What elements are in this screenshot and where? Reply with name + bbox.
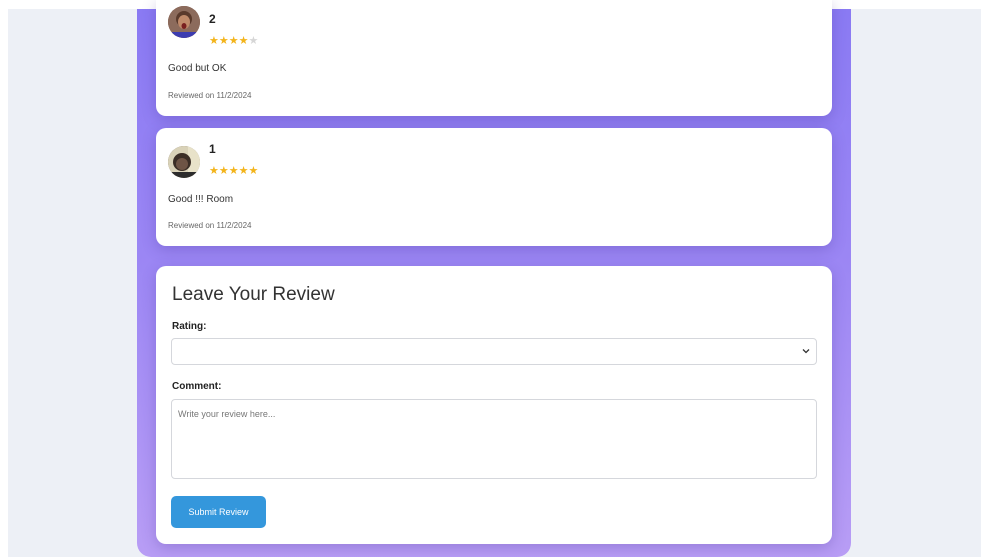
- star-filled-icon: ★: [238, 165, 249, 177]
- rating-label: Rating:: [172, 321, 207, 332]
- reviewer-name: 2: [209, 12, 216, 26]
- star-filled-icon: ★: [209, 165, 219, 177]
- avatar-image: [168, 146, 200, 178]
- star-filled-icon: ★: [209, 35, 219, 47]
- review-card: 2 ★★★★★ Good but OK Reviewed on 11/2/202…: [156, 0, 832, 116]
- review-comment: Good !!! Room: [168, 194, 234, 205]
- star-filled-icon: ★: [228, 165, 239, 177]
- star-filled-icon: ★: [238, 35, 249, 47]
- reviewer-name: 1: [209, 142, 216, 156]
- review-date: Reviewed on 11/2/2024: [168, 91, 252, 100]
- comment-textarea[interactable]: [171, 399, 817, 479]
- star-rating: ★★★★★: [209, 166, 258, 177]
- avatar-image: [168, 6, 200, 38]
- reviewer-avatar: [168, 146, 200, 178]
- star-filled-icon: ★: [228, 35, 239, 47]
- star-filled-icon: ★: [218, 165, 229, 177]
- review-form: Leave Your Review Rating: Comment: Submi…: [156, 266, 832, 544]
- star-empty-icon: ★: [248, 35, 259, 47]
- review-date: Reviewed on 11/2/2024: [168, 221, 252, 230]
- submit-review-button[interactable]: Submit Review: [171, 496, 266, 528]
- review-card: 1 ★★★★★ Good !!! Room Reviewed on 11/2/2…: [156, 128, 832, 246]
- reviewer-avatar: [168, 6, 200, 38]
- review-comment: Good but OK: [168, 63, 227, 74]
- form-title: Leave Your Review: [172, 284, 335, 305]
- star-filled-icon: ★: [218, 35, 229, 47]
- star-filled-icon: ★: [248, 165, 259, 177]
- chevron-down-icon: [802, 349, 810, 354]
- comment-label: Comment:: [172, 381, 222, 392]
- rating-select[interactable]: [171, 338, 817, 365]
- star-rating: ★★★★★: [209, 36, 258, 47]
